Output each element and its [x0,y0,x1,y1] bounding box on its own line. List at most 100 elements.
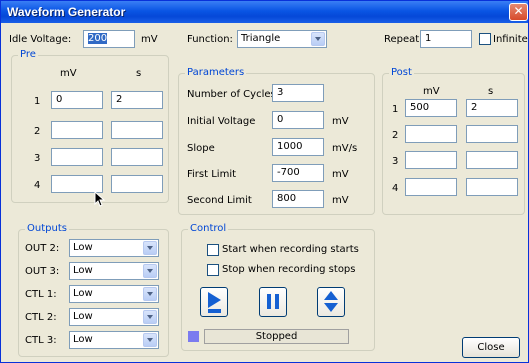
control-group: Control Start when recording starts Stop… [181,223,375,351]
output-label: CTL 1: [25,289,57,300]
slope-input[interactable]: 1000 [272,138,324,156]
mouse-cursor-icon [94,191,106,207]
window-close-button[interactable]: ✕ [509,3,528,21]
status-indicator [188,331,199,342]
chevron-down-icon[interactable] [143,264,157,278]
output-select[interactable]: Low [69,262,159,280]
close-icon: ✕ [513,4,524,18]
output-label: OUT 3: [25,266,60,277]
output-select[interactable]: Low [69,239,159,257]
post-mv-input[interactable] [405,178,457,196]
pre-col-s: s [136,68,142,79]
function-select[interactable]: Triangle [237,30,327,48]
slope-unit: mV/s [332,143,358,154]
chevron-down-icon[interactable] [143,333,157,347]
initial-voltage-input[interactable]: 0 [272,111,324,129]
post-s-input[interactable] [466,178,518,196]
output-label: CTL 2: [25,312,57,323]
idle-voltage-unit: mV [141,34,158,45]
cycles-label: Number of Cycles: [187,89,280,100]
chevron-down-icon[interactable] [143,310,157,324]
pre-mv-input[interactable] [51,148,103,166]
second-limit-unit: mV [332,195,349,206]
pre-col-mv: mV [60,68,77,79]
post-s-input[interactable] [466,125,518,143]
post-row-number: 3 [392,156,399,167]
start-when-recording-checkbox[interactable] [207,244,219,256]
stop-when-recording-label: Stop when recording stops [222,264,356,275]
pre-group: Pre mV s 1 0 2 2 3 4 [11,49,169,203]
title-bar[interactable]: Waveform Generator ✕ [1,1,528,23]
output-select[interactable]: Low [69,308,159,326]
infinite-label: Infinite [493,34,528,45]
pause-icon [267,294,279,309]
pre-row-number: 4 [34,180,41,191]
pre-s-input[interactable] [111,148,163,166]
output-value: Low [73,334,93,345]
pause-button[interactable] [259,287,287,317]
post-mv-input[interactable] [405,125,457,143]
output-select[interactable]: Low [69,285,159,303]
pre-row-number: 3 [34,153,41,164]
chevron-down-icon[interactable] [143,287,157,301]
up-down-arrows-icon [324,291,338,312]
post-group-title: Post [389,67,414,78]
status-text: Stopped [255,331,298,342]
close-button[interactable]: Close [462,337,520,358]
first-limit-input[interactable]: -700 [272,164,324,182]
infinite-checkbox[interactable] [479,33,491,45]
idle-voltage-value: 200 [88,33,108,44]
output-value: Low [73,288,93,299]
outputs-group-title: Outputs [25,223,69,234]
repeat-input[interactable]: 1 [420,30,472,48]
output-value: Low [73,242,93,253]
post-row-number: 4 [392,183,399,194]
up-down-button[interactable] [317,287,345,317]
status-field: Stopped [204,329,349,344]
initial-voltage-unit: mV [332,116,349,127]
control-group-title: Control [188,223,229,234]
post-group: Post mV s 1 500 2 2 3 4 [382,67,525,215]
idle-voltage-input[interactable]: 200 [83,30,135,48]
second-limit-input[interactable]: 800 [272,190,324,208]
function-label: Function: [187,34,233,45]
chevron-down-icon[interactable] [311,32,325,46]
waveform-generator-window: Waveform Generator ✕ Idle Voltage: 200 m… [0,0,529,363]
repeat-label: Repeat: [384,34,423,45]
pre-mv-input[interactable]: 0 [51,91,103,109]
first-limit-unit: mV [332,169,349,180]
play-step-button[interactable] [200,287,228,317]
pre-s-input[interactable] [111,121,163,139]
pre-row-number: 1 [34,96,41,107]
post-row-number: 1 [392,104,399,115]
pre-row-number: 2 [34,126,41,137]
post-s-input[interactable] [466,151,518,169]
slope-label: Slope [187,143,215,154]
window-title: Waveform Generator [7,5,126,19]
pre-s-input[interactable]: 2 [111,91,163,109]
pre-s-input[interactable] [111,175,163,193]
output-value: Low [73,311,93,322]
first-limit-label: First Limit [187,169,237,180]
post-s-input[interactable]: 2 [466,99,518,117]
second-limit-label: Second Limit [187,195,252,206]
chevron-down-icon[interactable] [143,241,157,255]
idle-voltage-label: Idle Voltage: [9,34,72,45]
post-mv-input[interactable] [405,151,457,169]
output-label: OUT 2: [25,243,60,254]
outputs-group: Outputs OUT 2: Low OUT 3: Low CTL 1: Low… [18,223,169,357]
play-step-icon [208,292,221,313]
initial-voltage-label: Initial Voltage [187,116,256,127]
output-select[interactable]: Low [69,331,159,349]
pre-mv-input[interactable] [51,121,103,139]
post-col-s: s [488,86,494,97]
output-label: CTL 3: [25,335,57,346]
output-value: Low [73,265,93,276]
post-row-number: 2 [392,130,399,141]
parameters-group-title: Parameters [185,67,247,78]
post-mv-input[interactable]: 500 [405,99,457,117]
stop-when-recording-checkbox[interactable] [207,264,219,276]
function-value: Triangle [241,33,281,44]
parameters-group: Parameters Number of Cycles: 3 Initial V… [178,67,375,215]
cycles-input[interactable]: 3 [272,84,324,102]
